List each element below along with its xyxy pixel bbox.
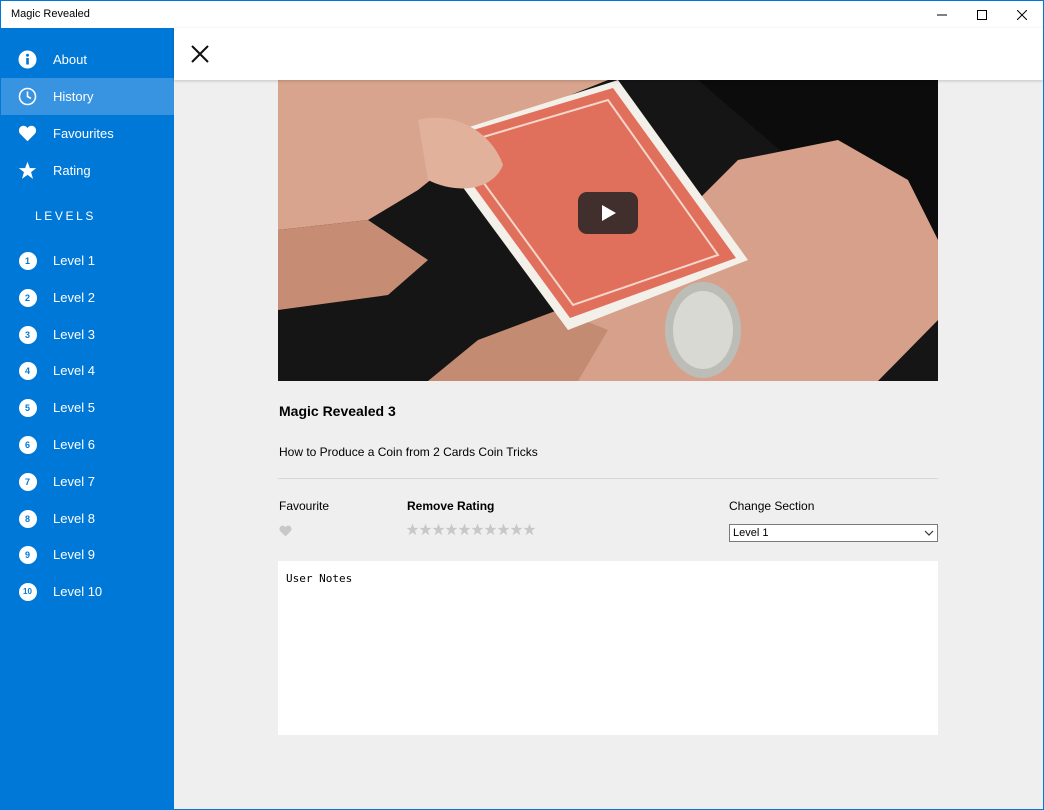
close-icon xyxy=(191,45,209,63)
remove-rating-button[interactable]: Remove Rating xyxy=(407,499,494,513)
sidebar-item-level-10[interactable]: 10 Level 10 xyxy=(1,573,174,610)
close-window-button[interactable] xyxy=(999,1,1043,28)
app-window: Magic Revealed About History Favourites … xyxy=(1,1,1043,809)
nav-item-favourites[interactable]: Favourites xyxy=(1,115,174,152)
level-label: Level 2 xyxy=(53,290,95,305)
nav-label-rating: Rating xyxy=(53,163,91,178)
number-3-icon: 3 xyxy=(18,325,37,344)
clock-icon xyxy=(18,87,37,106)
nav-label-history: History xyxy=(53,89,94,104)
rating-star-icon[interactable] xyxy=(406,523,419,536)
sidebar-item-level-7[interactable]: 7 Level 7 xyxy=(1,463,174,500)
sidebar-item-level-1[interactable]: 1 Level 1 xyxy=(1,242,174,279)
number-4-icon: 4 xyxy=(18,361,37,380)
sidebar-item-level-8[interactable]: 8 Level 8 xyxy=(1,500,174,537)
favourite-label: Favourite xyxy=(279,499,330,513)
minimize-icon xyxy=(937,14,947,15)
video-title: Magic Revealed 3 xyxy=(279,403,396,419)
number-2-icon: 2 xyxy=(18,288,37,307)
sidebar-item-level-6[interactable]: 6 Level 6 xyxy=(1,426,174,463)
nav-label-favourites: Favourites xyxy=(53,126,114,141)
sidebar-item-level-5[interactable]: 5 Level 5 xyxy=(1,389,174,426)
heart-icon xyxy=(18,124,37,143)
number-10-icon: 10 xyxy=(18,582,37,601)
number-1-icon: 1 xyxy=(18,251,37,270)
rating-star-icon[interactable] xyxy=(523,523,536,536)
title-bar: Magic Revealed xyxy=(1,1,1043,28)
divider xyxy=(278,478,938,479)
rating-star-icon[interactable] xyxy=(458,523,471,536)
chevron-down-icon xyxy=(924,530,934,536)
number-8-icon: 8 xyxy=(18,509,37,528)
detail-header xyxy=(174,28,1043,80)
sidebar-item-level-2[interactable]: 2 Level 2 xyxy=(1,279,174,316)
number-5-icon: 5 xyxy=(18,398,37,417)
window-title: Magic Revealed xyxy=(11,8,90,20)
notes-placeholder: User Notes xyxy=(286,572,353,585)
rating-stars[interactable] xyxy=(406,523,536,536)
favourite-toggle[interactable] xyxy=(279,524,292,542)
level-label: Level 5 xyxy=(53,400,95,415)
level-label: Level 4 xyxy=(53,363,95,378)
level-label: Level 7 xyxy=(53,474,95,489)
info-icon xyxy=(18,50,37,69)
nav-item-rating[interactable]: Rating xyxy=(1,152,174,189)
number-6-icon: 6 xyxy=(18,435,37,454)
change-section-label: Change Section xyxy=(729,499,815,513)
rating-star-icon[interactable] xyxy=(419,523,432,536)
number-7-icon: 7 xyxy=(18,472,37,491)
levels-header: LEVELS xyxy=(35,209,96,223)
maximize-icon xyxy=(977,9,987,20)
level-label: Level 9 xyxy=(53,547,95,562)
detail-panel: Magic Revealed 3 How to Produce a Coin f… xyxy=(174,80,1043,809)
sidebar-item-level-3[interactable]: 3 Level 3 xyxy=(1,316,174,353)
level-label: Level 10 xyxy=(53,584,103,599)
number-9-icon: 9 xyxy=(18,545,37,564)
sidebar-item-level-9[interactable]: 9 Level 9 xyxy=(1,536,174,573)
sidebar-item-level-4[interactable]: 4 Level 4 xyxy=(1,352,174,389)
nav-item-about[interactable]: About xyxy=(1,41,174,78)
level-label: Level 8 xyxy=(53,511,95,526)
play-icon xyxy=(602,205,616,221)
close-icon xyxy=(1017,9,1027,20)
heart-icon xyxy=(279,525,292,537)
rating-star-icon[interactable] xyxy=(445,523,458,536)
user-notes-input[interactable]: User Notes xyxy=(278,561,938,735)
level-label: Level 6 xyxy=(53,437,95,452)
rating-star-icon[interactable] xyxy=(497,523,510,536)
section-select[interactable]: Level 1 xyxy=(729,524,938,542)
rating-star-icon[interactable] xyxy=(510,523,523,536)
close-detail-button[interactable] xyxy=(188,42,212,66)
play-button[interactable] xyxy=(578,192,638,234)
video-description: How to Produce a Coin from 2 Cards Coin … xyxy=(279,445,538,459)
sidebar: About History Favourites Rating LEVELS 1… xyxy=(1,28,174,809)
nav-item-history[interactable]: History xyxy=(1,78,174,115)
video-player[interactable] xyxy=(278,80,938,381)
rating-star-icon[interactable] xyxy=(432,523,445,536)
rating-star-icon[interactable] xyxy=(484,523,497,536)
level-label: Level 1 xyxy=(53,253,95,268)
level-label: Level 3 xyxy=(53,327,95,342)
star-icon xyxy=(18,161,37,180)
section-select-value: Level 1 xyxy=(733,527,769,539)
rating-star-icon[interactable] xyxy=(471,523,484,536)
nav-label-about: About xyxy=(53,52,87,67)
